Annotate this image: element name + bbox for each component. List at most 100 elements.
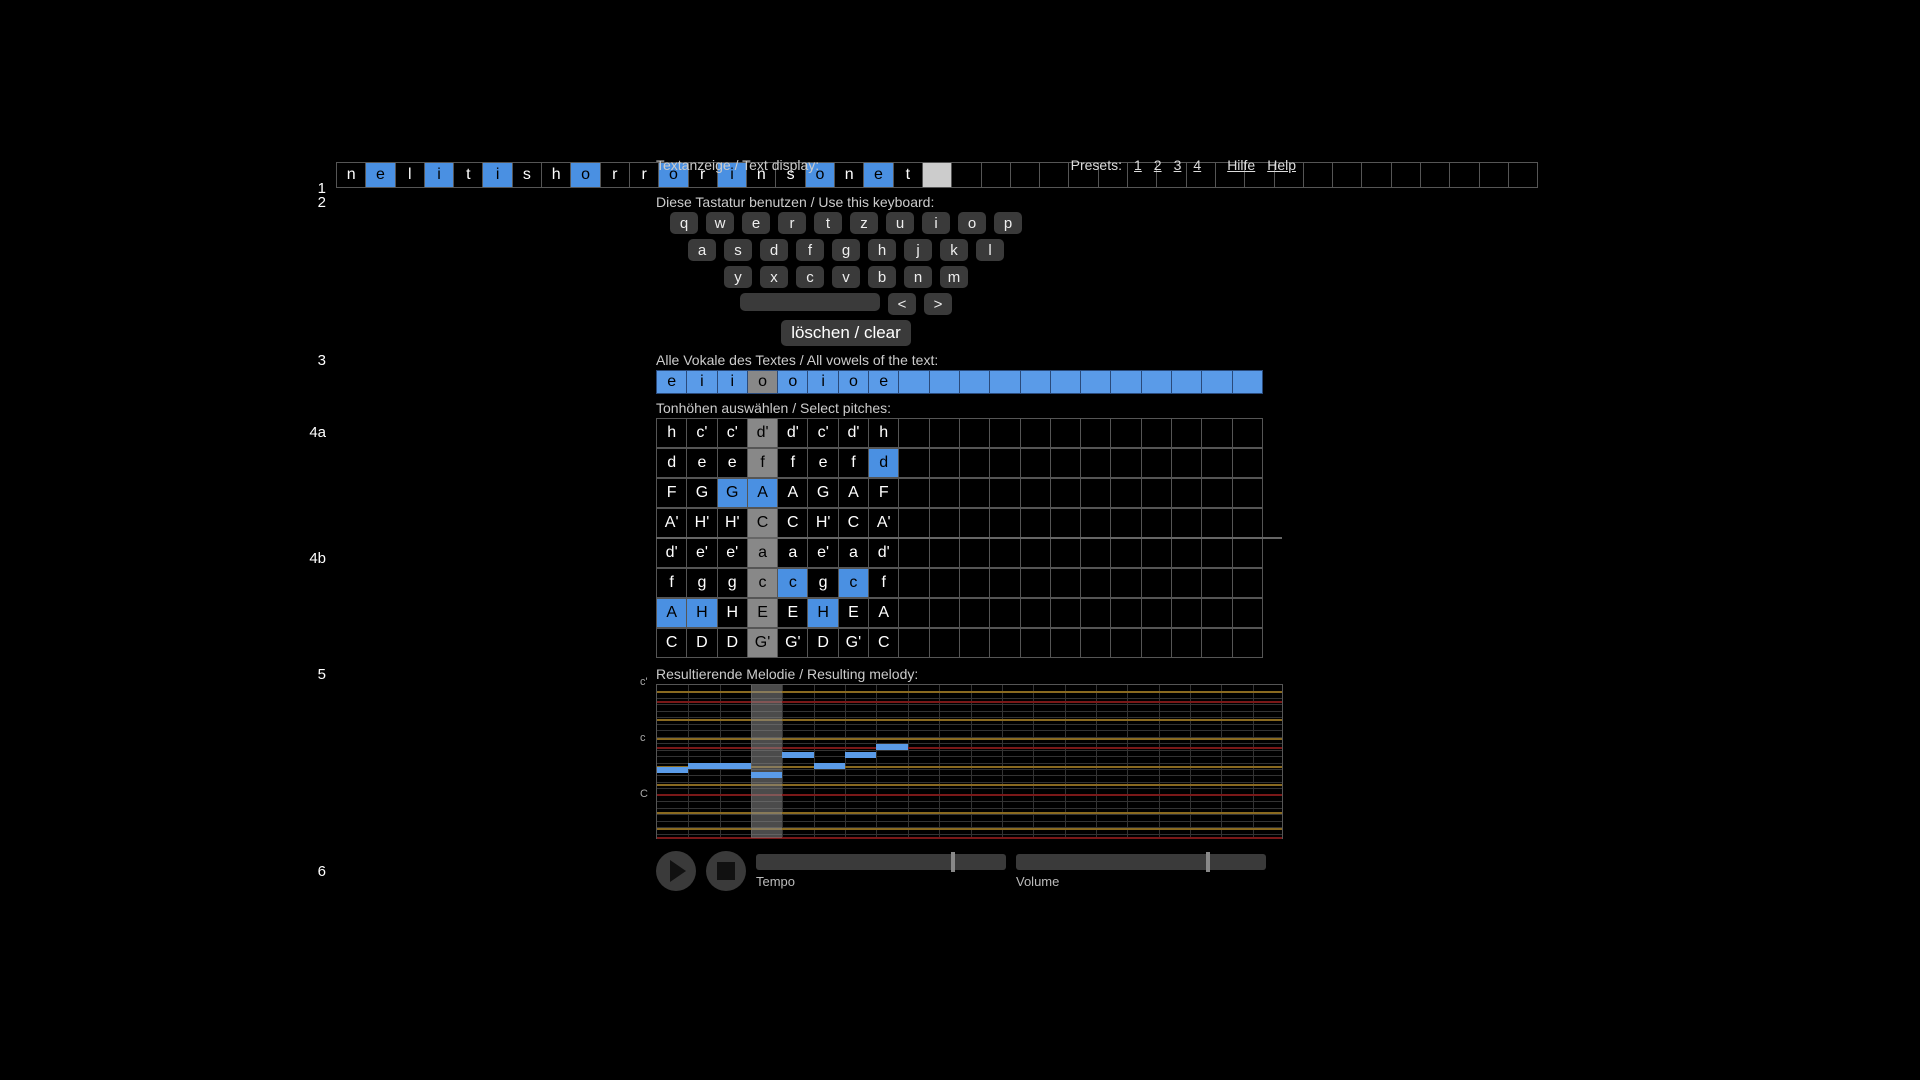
pitch-cell[interactable]: A' bbox=[868, 508, 899, 538]
pitch-cell[interactable] bbox=[989, 448, 1020, 478]
pitch-cell[interactable] bbox=[1110, 598, 1141, 628]
pitch-cell[interactable] bbox=[1020, 598, 1051, 628]
pitch-cell[interactable] bbox=[1110, 538, 1141, 568]
pitch-cell[interactable] bbox=[1171, 508, 1202, 538]
pitch-cell[interactable] bbox=[929, 508, 960, 538]
pitch-cell[interactable]: e' bbox=[686, 538, 717, 568]
help-link[interactable]: Help bbox=[1267, 157, 1296, 173]
vowel-cell[interactable]: o bbox=[747, 370, 778, 394]
pitch-cell[interactable] bbox=[1020, 628, 1051, 658]
key-r[interactable]: r bbox=[778, 212, 806, 234]
pitch-cell[interactable] bbox=[1171, 448, 1202, 478]
pitch-cell[interactable]: C bbox=[777, 508, 808, 538]
pitch-cell[interactable]: D bbox=[686, 628, 717, 658]
text-cell[interactable]: t bbox=[453, 162, 483, 188]
text-cell[interactable]: s bbox=[512, 162, 542, 188]
pitch-cell[interactable] bbox=[959, 598, 990, 628]
pitch-cell[interactable]: f bbox=[747, 448, 778, 478]
pitch-cell[interactable]: e bbox=[686, 448, 717, 478]
pitch-cell[interactable]: C bbox=[656, 628, 687, 658]
vowel-cell[interactable]: o bbox=[838, 370, 869, 394]
pitch-cell[interactable] bbox=[959, 478, 990, 508]
pitch-cell[interactable]: H' bbox=[686, 508, 717, 538]
stop-button[interactable] bbox=[706, 851, 746, 891]
pitch-cell[interactable] bbox=[898, 598, 929, 628]
pitch-cell[interactable]: C bbox=[868, 628, 899, 658]
pitch-cell[interactable] bbox=[1080, 448, 1111, 478]
pitch-cell[interactable] bbox=[1050, 568, 1081, 598]
pitch-cell[interactable] bbox=[1171, 418, 1202, 448]
pitch-cell[interactable] bbox=[1020, 568, 1051, 598]
vowel-cell[interactable] bbox=[1050, 370, 1081, 394]
pitch-cell[interactable]: A bbox=[656, 598, 687, 628]
pitch-cell[interactable]: c bbox=[747, 568, 778, 598]
pitch-cell[interactable] bbox=[1110, 508, 1141, 538]
vowel-cell[interactable] bbox=[1080, 370, 1111, 394]
pitch-cell[interactable]: E bbox=[777, 598, 808, 628]
pitch-cell[interactable] bbox=[1232, 568, 1263, 598]
pitch-cell[interactable]: H bbox=[807, 598, 838, 628]
pitch-cell[interactable]: G' bbox=[747, 628, 778, 658]
pitch-cell[interactable] bbox=[929, 538, 960, 568]
space-key[interactable] bbox=[740, 293, 880, 311]
key-z[interactable]: z bbox=[850, 212, 878, 234]
pitch-cell[interactable]: a bbox=[747, 538, 778, 568]
vowel-cell[interactable] bbox=[1020, 370, 1051, 394]
pitch-cell[interactable] bbox=[1141, 538, 1172, 568]
key-s[interactable]: s bbox=[724, 239, 752, 261]
pitch-cell[interactable] bbox=[929, 418, 960, 448]
pitch-cell[interactable]: a bbox=[777, 538, 808, 568]
pitch-cell[interactable]: G bbox=[717, 478, 748, 508]
pitch-cell[interactable] bbox=[1020, 538, 1051, 568]
pitch-cell[interactable] bbox=[1080, 568, 1111, 598]
preset-2[interactable]: 2 bbox=[1154, 157, 1162, 173]
key-x[interactable]: x bbox=[760, 266, 788, 288]
key-j[interactable]: j bbox=[904, 239, 932, 261]
vowel-cell[interactable] bbox=[929, 370, 960, 394]
key-n[interactable]: n bbox=[904, 266, 932, 288]
pitch-cell[interactable]: E bbox=[747, 598, 778, 628]
pitch-cell[interactable]: H bbox=[686, 598, 717, 628]
pitch-cell[interactable] bbox=[929, 598, 960, 628]
pitch-cell[interactable]: c bbox=[777, 568, 808, 598]
vowel-cell[interactable] bbox=[989, 370, 1020, 394]
pitch-cell[interactable] bbox=[1020, 508, 1051, 538]
pitch-cell[interactable] bbox=[1141, 478, 1172, 508]
pitch-cell[interactable] bbox=[989, 418, 1020, 448]
pitch-cell[interactable] bbox=[1110, 418, 1141, 448]
vowel-cell[interactable]: e bbox=[656, 370, 687, 394]
vowel-cell[interactable]: o bbox=[777, 370, 808, 394]
pitch-cell[interactable]: e bbox=[717, 448, 748, 478]
pitch-cell[interactable]: d' bbox=[868, 538, 899, 568]
pitch-cell[interactable] bbox=[1201, 568, 1232, 598]
pitch-cell[interactable] bbox=[1050, 538, 1081, 568]
pitch-cell[interactable]: C bbox=[747, 508, 778, 538]
volume-slider[interactable] bbox=[1016, 854, 1266, 870]
pitch-cell[interactable] bbox=[1232, 418, 1263, 448]
pitch-cell[interactable] bbox=[1050, 598, 1081, 628]
pitch-cell[interactable]: d' bbox=[747, 418, 778, 448]
pitch-cell[interactable] bbox=[1232, 448, 1263, 478]
pitch-cell[interactable] bbox=[1050, 508, 1081, 538]
pitch-cell[interactable]: d bbox=[868, 448, 899, 478]
pitch-cell[interactable]: a bbox=[838, 538, 869, 568]
pitch-cell[interactable] bbox=[959, 418, 990, 448]
pitch-cell[interactable] bbox=[1050, 448, 1081, 478]
clear-button[interactable]: löschen / clear bbox=[781, 320, 911, 346]
vowel-cell[interactable] bbox=[1141, 370, 1172, 394]
pitch-cell[interactable] bbox=[1201, 538, 1232, 568]
key-g[interactable]: g bbox=[832, 239, 860, 261]
key-v[interactable]: v bbox=[832, 266, 860, 288]
pitch-cell[interactable] bbox=[1080, 508, 1111, 538]
pitch-cell[interactable]: g bbox=[807, 568, 838, 598]
pitch-cell[interactable] bbox=[1171, 478, 1202, 508]
pitch-cell[interactable]: D bbox=[807, 628, 838, 658]
text-cell[interactable] bbox=[1420, 162, 1450, 188]
preset-4[interactable]: 4 bbox=[1193, 157, 1201, 173]
pitch-cell[interactable]: c' bbox=[686, 418, 717, 448]
pitch-cell[interactable]: e' bbox=[807, 538, 838, 568]
pitch-cell[interactable] bbox=[898, 538, 929, 568]
preset-3[interactable]: 3 bbox=[1174, 157, 1182, 173]
pitch-cell[interactable] bbox=[929, 628, 960, 658]
vowel-cell[interactable] bbox=[1110, 370, 1141, 394]
